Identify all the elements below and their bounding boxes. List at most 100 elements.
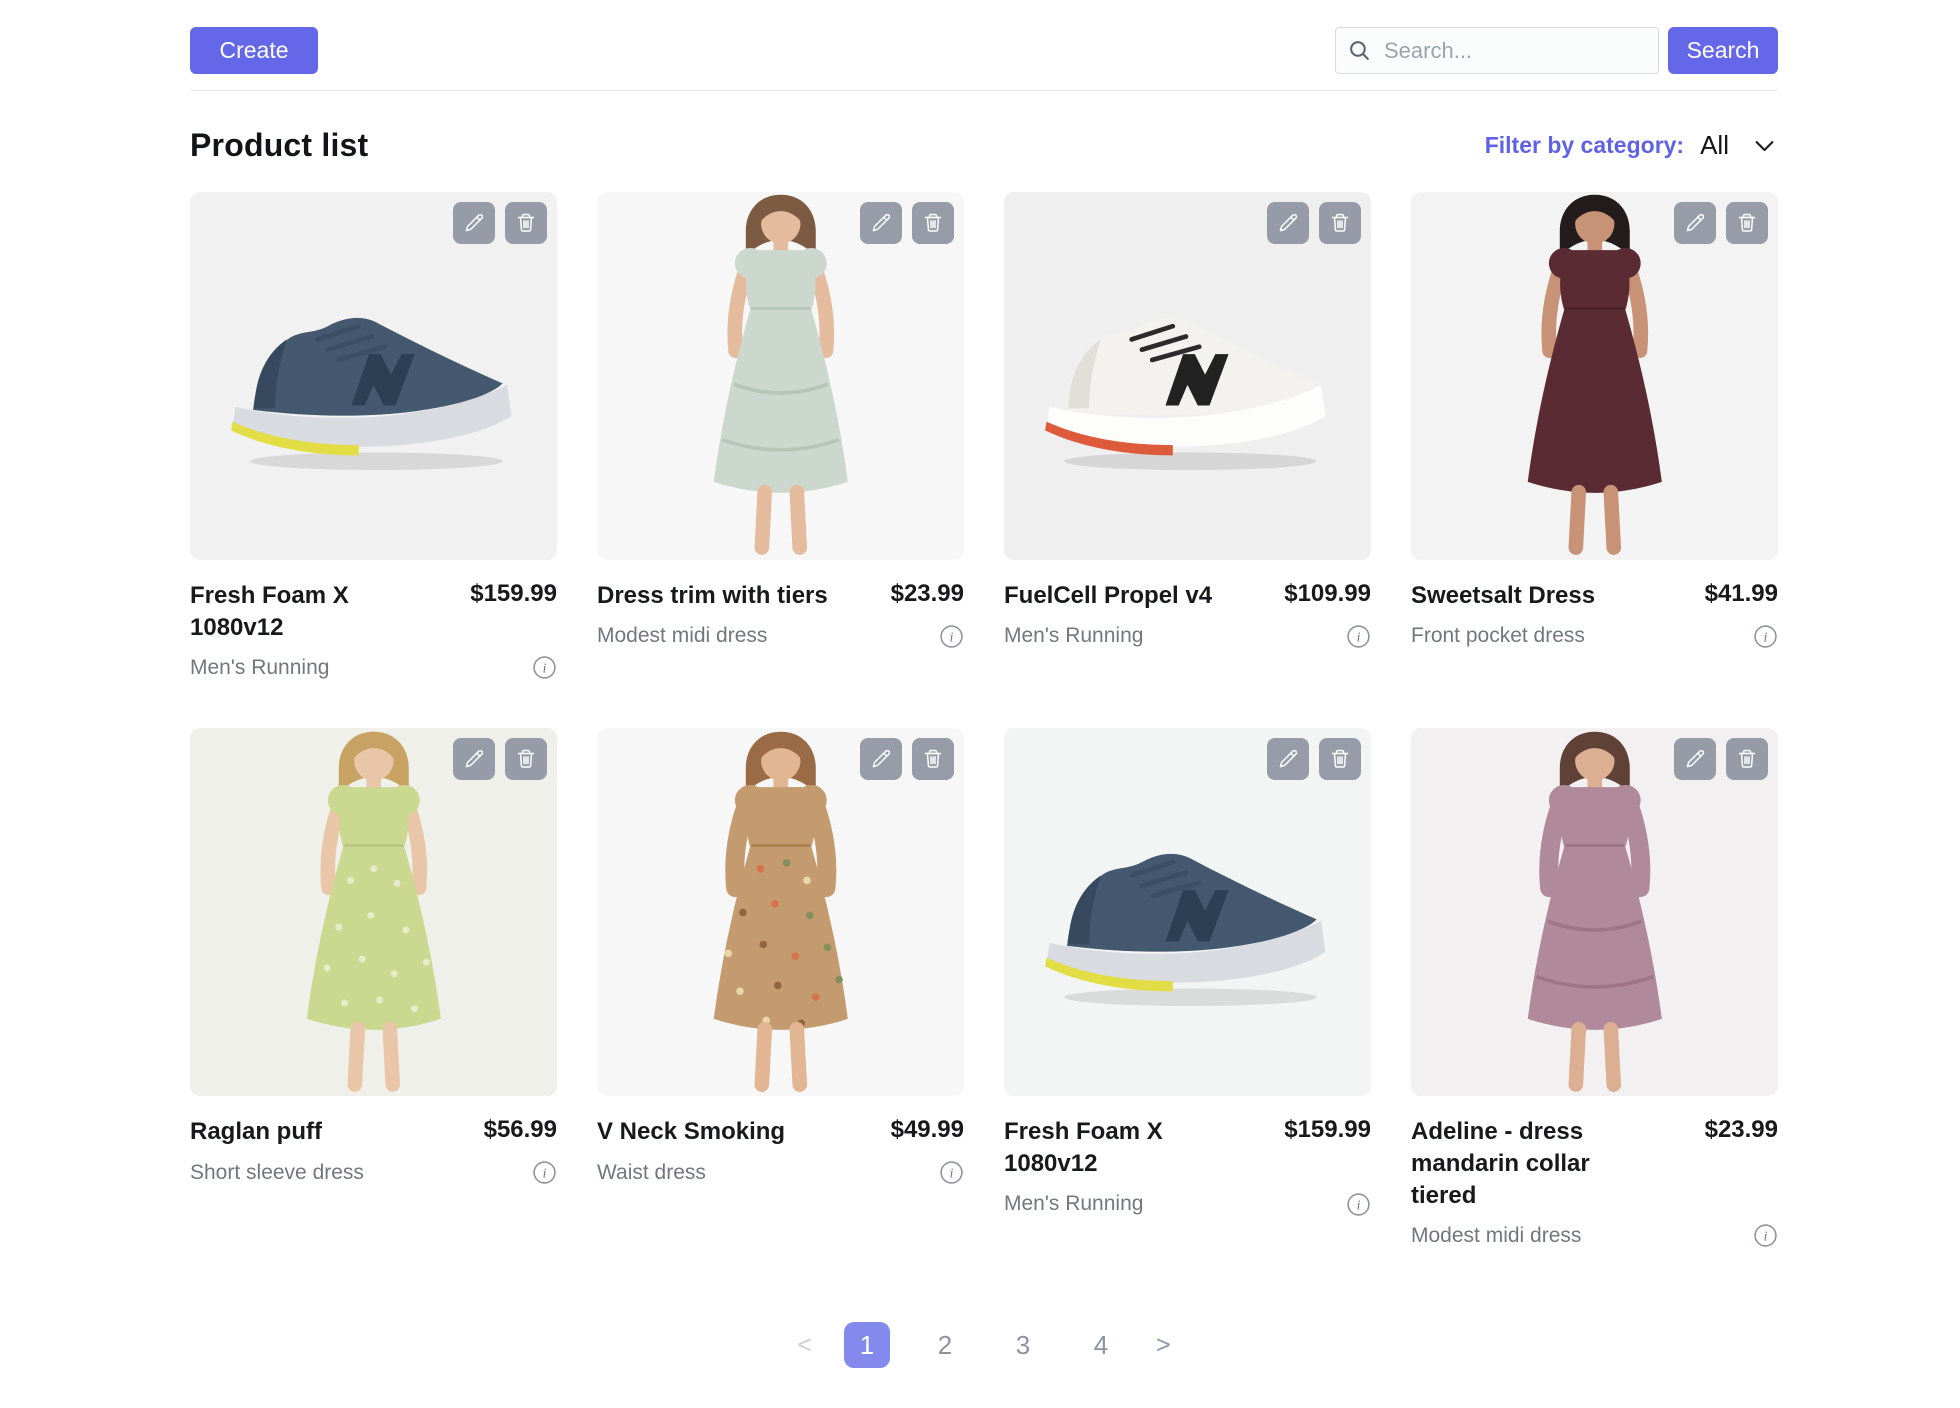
edit-product-button[interactable] — [860, 202, 902, 244]
product-card: Adeline - dress mandarin collar tiered $… — [1411, 728, 1778, 1248]
product-image — [1004, 192, 1371, 560]
pencil-icon — [869, 211, 893, 235]
pencil-icon — [1683, 211, 1707, 235]
category-filter-dropdown[interactable]: Filter by category: All — [1485, 130, 1778, 161]
pencil-icon — [462, 211, 486, 235]
svg-text:i: i — [1764, 1229, 1768, 1244]
info-icon[interactable]: i — [1753, 624, 1778, 649]
svg-text:i: i — [543, 661, 547, 676]
trash-icon — [1328, 747, 1352, 771]
product-name: Fresh Foam X 1080v12 — [190, 580, 440, 643]
info-icon[interactable]: i — [532, 655, 557, 680]
product-card: FuelCell Propel v4 $109.99 Men's Running… — [1004, 192, 1371, 680]
delete-product-button[interactable] — [505, 738, 547, 780]
edit-product-button[interactable] — [860, 738, 902, 780]
product-price: $23.99 — [891, 580, 964, 608]
search-input[interactable] — [1335, 27, 1659, 74]
info-icon[interactable]: i — [1346, 1192, 1371, 1217]
info-icon[interactable]: i — [532, 1160, 557, 1185]
product-grid: Fresh Foam X 1080v12 $159.99 Men's Runni… — [190, 192, 1778, 1248]
pagination-page-1[interactable]: 1 — [844, 1322, 890, 1368]
pencil-icon — [462, 747, 486, 771]
trash-icon — [514, 211, 538, 235]
magnifier-icon — [1347, 38, 1372, 63]
delete-product-button[interactable] — [912, 738, 954, 780]
product-category: Men's Running — [1004, 624, 1143, 648]
product-name: Dress trim with tiers — [597, 580, 828, 612]
pencil-icon — [1276, 211, 1300, 235]
search-group: Search — [1335, 27, 1778, 74]
info-icon[interactable]: i — [1346, 624, 1371, 649]
delete-product-button[interactable] — [505, 202, 547, 244]
product-photo — [635, 728, 927, 1096]
product-name: FuelCell Propel v4 — [1004, 580, 1212, 612]
trash-icon — [921, 747, 945, 771]
product-image — [597, 192, 964, 560]
delete-product-button[interactable] — [1319, 202, 1361, 244]
product-photo — [1026, 802, 1349, 1022]
product-price: $109.99 — [1284, 580, 1371, 608]
trash-icon — [514, 747, 538, 771]
product-price: $23.99 — [1705, 1116, 1778, 1144]
delete-product-button[interactable] — [912, 202, 954, 244]
product-price: $56.99 — [484, 1116, 557, 1144]
trash-icon — [1735, 747, 1759, 771]
product-card: Dress trim with tiers $23.99 Modest midi… — [597, 192, 964, 680]
product-image — [1411, 728, 1778, 1096]
page-title: Product list — [190, 127, 368, 164]
pencil-icon — [1276, 747, 1300, 771]
delete-product-button[interactable] — [1726, 738, 1768, 780]
search-button[interactable]: Search — [1668, 27, 1778, 74]
pagination-page-2[interactable]: 2 — [922, 1322, 968, 1368]
pagination-prev[interactable]: < — [797, 1331, 812, 1360]
product-category: Men's Running — [190, 656, 329, 680]
pagination: <1234 > — [190, 1322, 1778, 1368]
product-category: Modest midi dress — [1411, 1224, 1581, 1248]
product-name: V Neck Smoking — [597, 1116, 785, 1148]
product-category: Front pocket dress — [1411, 624, 1585, 648]
svg-text:i: i — [950, 1165, 954, 1180]
filter-label: Filter by category: — [1485, 132, 1684, 159]
info-icon[interactable]: i — [939, 624, 964, 649]
product-name: Raglan puff — [190, 1116, 322, 1148]
create-button[interactable]: Create — [190, 27, 318, 74]
trash-icon — [1328, 211, 1352, 235]
pagination-page-3[interactable]: 3 — [1000, 1322, 1046, 1368]
edit-product-button[interactable] — [453, 202, 495, 244]
pagination-page-4[interactable]: 4 — [1078, 1322, 1124, 1368]
delete-product-button[interactable] — [1726, 202, 1768, 244]
svg-text:i: i — [1764, 629, 1768, 644]
product-price: $49.99 — [891, 1116, 964, 1144]
edit-product-button[interactable] — [453, 738, 495, 780]
info-icon[interactable]: i — [939, 1160, 964, 1185]
edit-product-button[interactable] — [1267, 738, 1309, 780]
svg-text:i: i — [543, 1165, 547, 1180]
product-card: V Neck Smoking $49.99 Waist dress i — [597, 728, 964, 1248]
pagination-next[interactable]: > — [1156, 1331, 1171, 1360]
product-name: Sweetsalt Dress — [1411, 580, 1595, 612]
product-image — [1004, 728, 1371, 1096]
product-image — [597, 728, 964, 1096]
product-image — [190, 728, 557, 1096]
chevron-down-icon — [1751, 132, 1778, 159]
info-icon[interactable]: i — [1753, 1223, 1778, 1248]
edit-product-button[interactable] — [1674, 738, 1716, 780]
product-image — [1411, 192, 1778, 560]
pencil-icon — [869, 747, 893, 771]
edit-product-button[interactable] — [1674, 202, 1716, 244]
product-price: $159.99 — [470, 580, 557, 608]
product-card: Sweetsalt Dress $41.99 Front pocket dres… — [1411, 192, 1778, 680]
product-name: Fresh Foam X 1080v12 — [1004, 1116, 1254, 1179]
svg-text:i: i — [1357, 629, 1361, 644]
trash-icon — [1735, 211, 1759, 235]
product-category: Waist dress — [597, 1161, 706, 1185]
trash-icon — [921, 211, 945, 235]
product-card: Raglan puff $56.99 Short sleeve dress i — [190, 728, 557, 1248]
delete-product-button[interactable] — [1319, 738, 1361, 780]
product-photo — [1449, 192, 1741, 560]
product-category: Short sleeve dress — [190, 1161, 364, 1185]
product-photo — [635, 192, 927, 560]
svg-text:i: i — [950, 629, 954, 644]
edit-product-button[interactable] — [1267, 202, 1309, 244]
product-photo — [1449, 728, 1741, 1096]
